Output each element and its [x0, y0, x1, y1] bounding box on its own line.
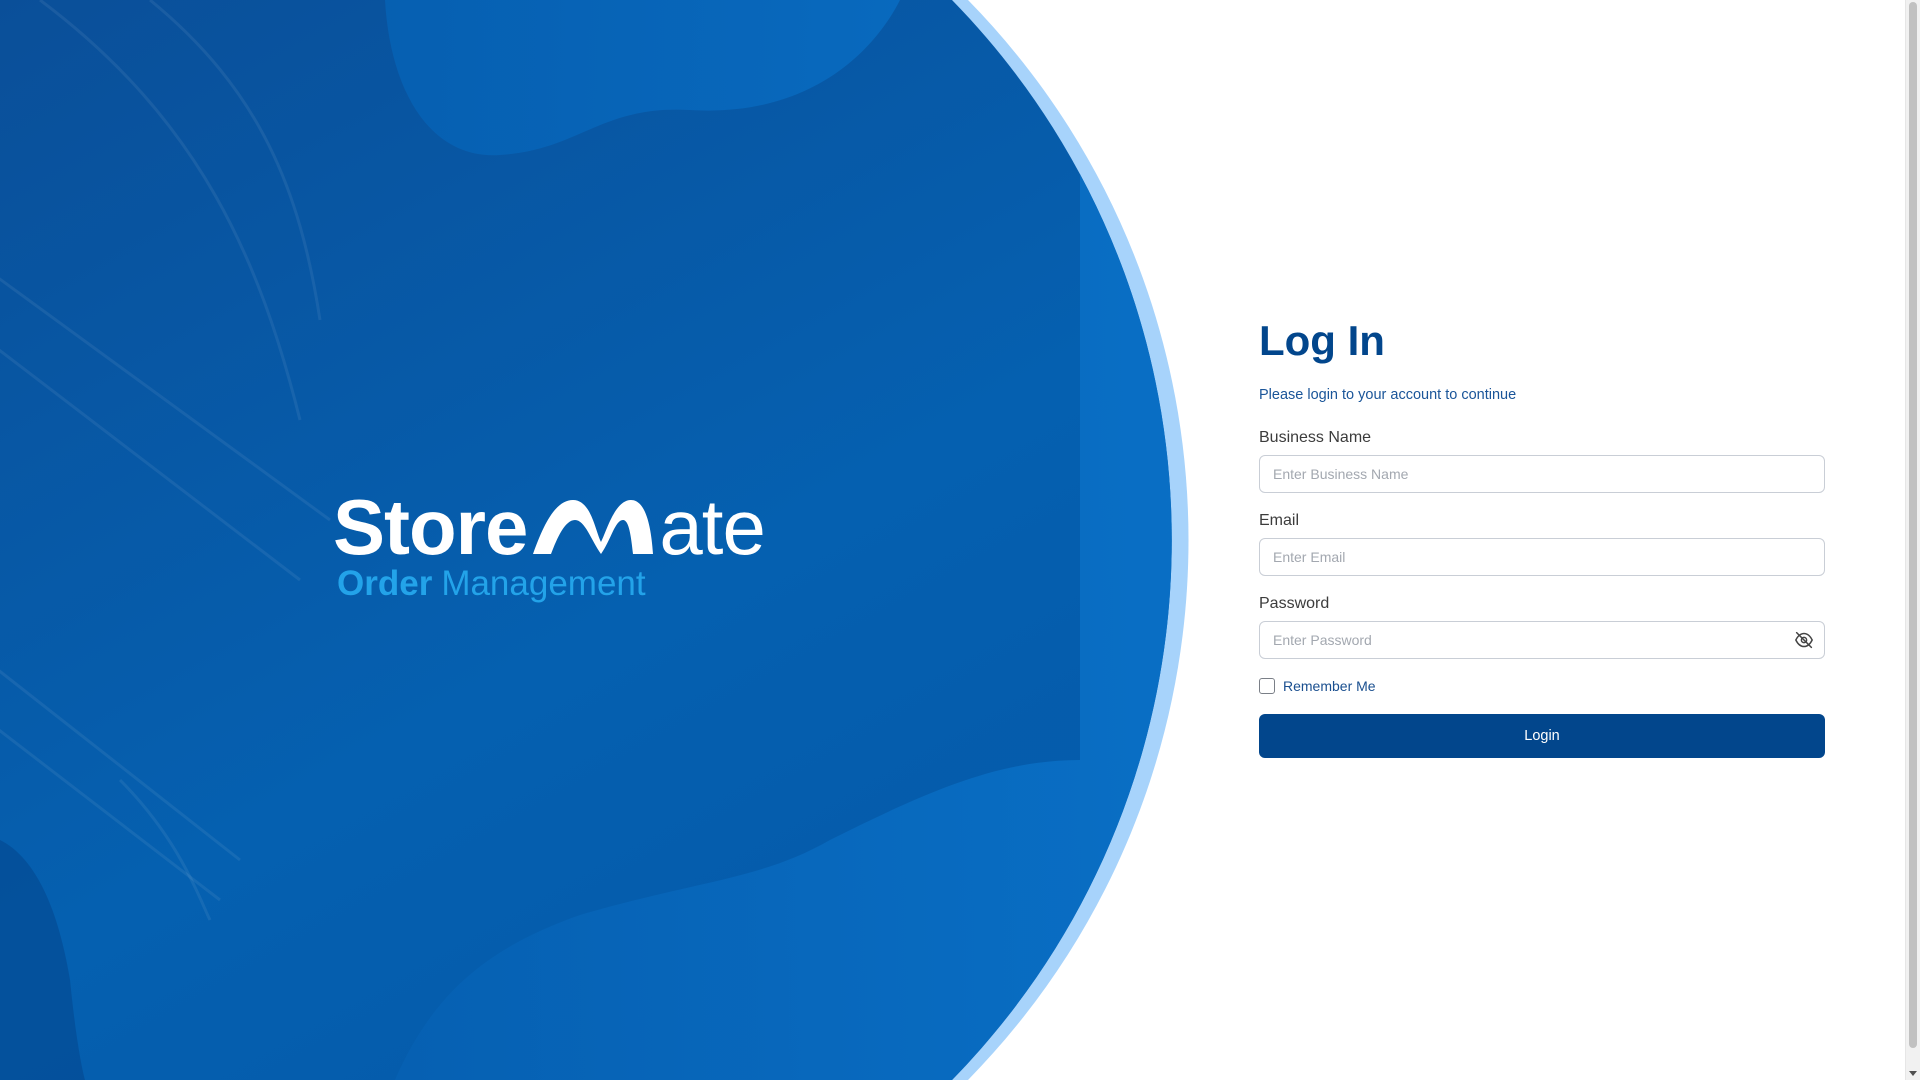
login-button[interactable]: Login	[1259, 714, 1825, 758]
brand-tagline-bold: Order	[337, 564, 433, 603]
business-name-input[interactable]	[1259, 455, 1825, 493]
password-input[interactable]	[1259, 621, 1825, 659]
password-visibility-toggle[interactable]	[1793, 630, 1815, 650]
email-label: Email	[1259, 512, 1300, 529]
remember-me-checkbox[interactable]	[1259, 678, 1275, 694]
business-name-label: Business Name	[1259, 429, 1372, 446]
brand-word-end: ate	[659, 483, 765, 571]
remember-me-label[interactable]: Remember Me	[1283, 677, 1376, 695]
login-page: Store ate Order Management Log In Please …	[0, 0, 1920, 1080]
page-subtitle: Please login to your account to continue	[1259, 387, 1517, 403]
password-label: Password	[1259, 595, 1330, 612]
brand-tagline: Order Management	[337, 564, 646, 604]
page-title: Log In	[1259, 317, 1385, 364]
brand-logo: Store ate Order Management	[333, 488, 813, 608]
brand-wordmark: Store ate	[333, 488, 766, 566]
scroll-down-arrow-icon[interactable]	[1909, 1071, 1917, 1076]
login-form: Log In Please login to your account to c…	[1259, 318, 1825, 758]
email-wrapper	[1259, 538, 1825, 576]
business-name-wrapper	[1259, 455, 1825, 493]
password-wrapper	[1259, 621, 1825, 659]
vertical-scrollbar[interactable]	[1905, 0, 1920, 1080]
scrollbar-thumb[interactable]	[1909, 2, 1917, 1048]
email-input[interactable]	[1259, 538, 1825, 576]
brand-word-start: Store	[333, 483, 528, 571]
eye-off-icon	[1795, 631, 1813, 649]
brand-tagline-rest: Management	[441, 564, 646, 603]
remember-me-row: Remember Me	[1259, 676, 1825, 696]
brand-m-mark-icon	[533, 500, 654, 554]
